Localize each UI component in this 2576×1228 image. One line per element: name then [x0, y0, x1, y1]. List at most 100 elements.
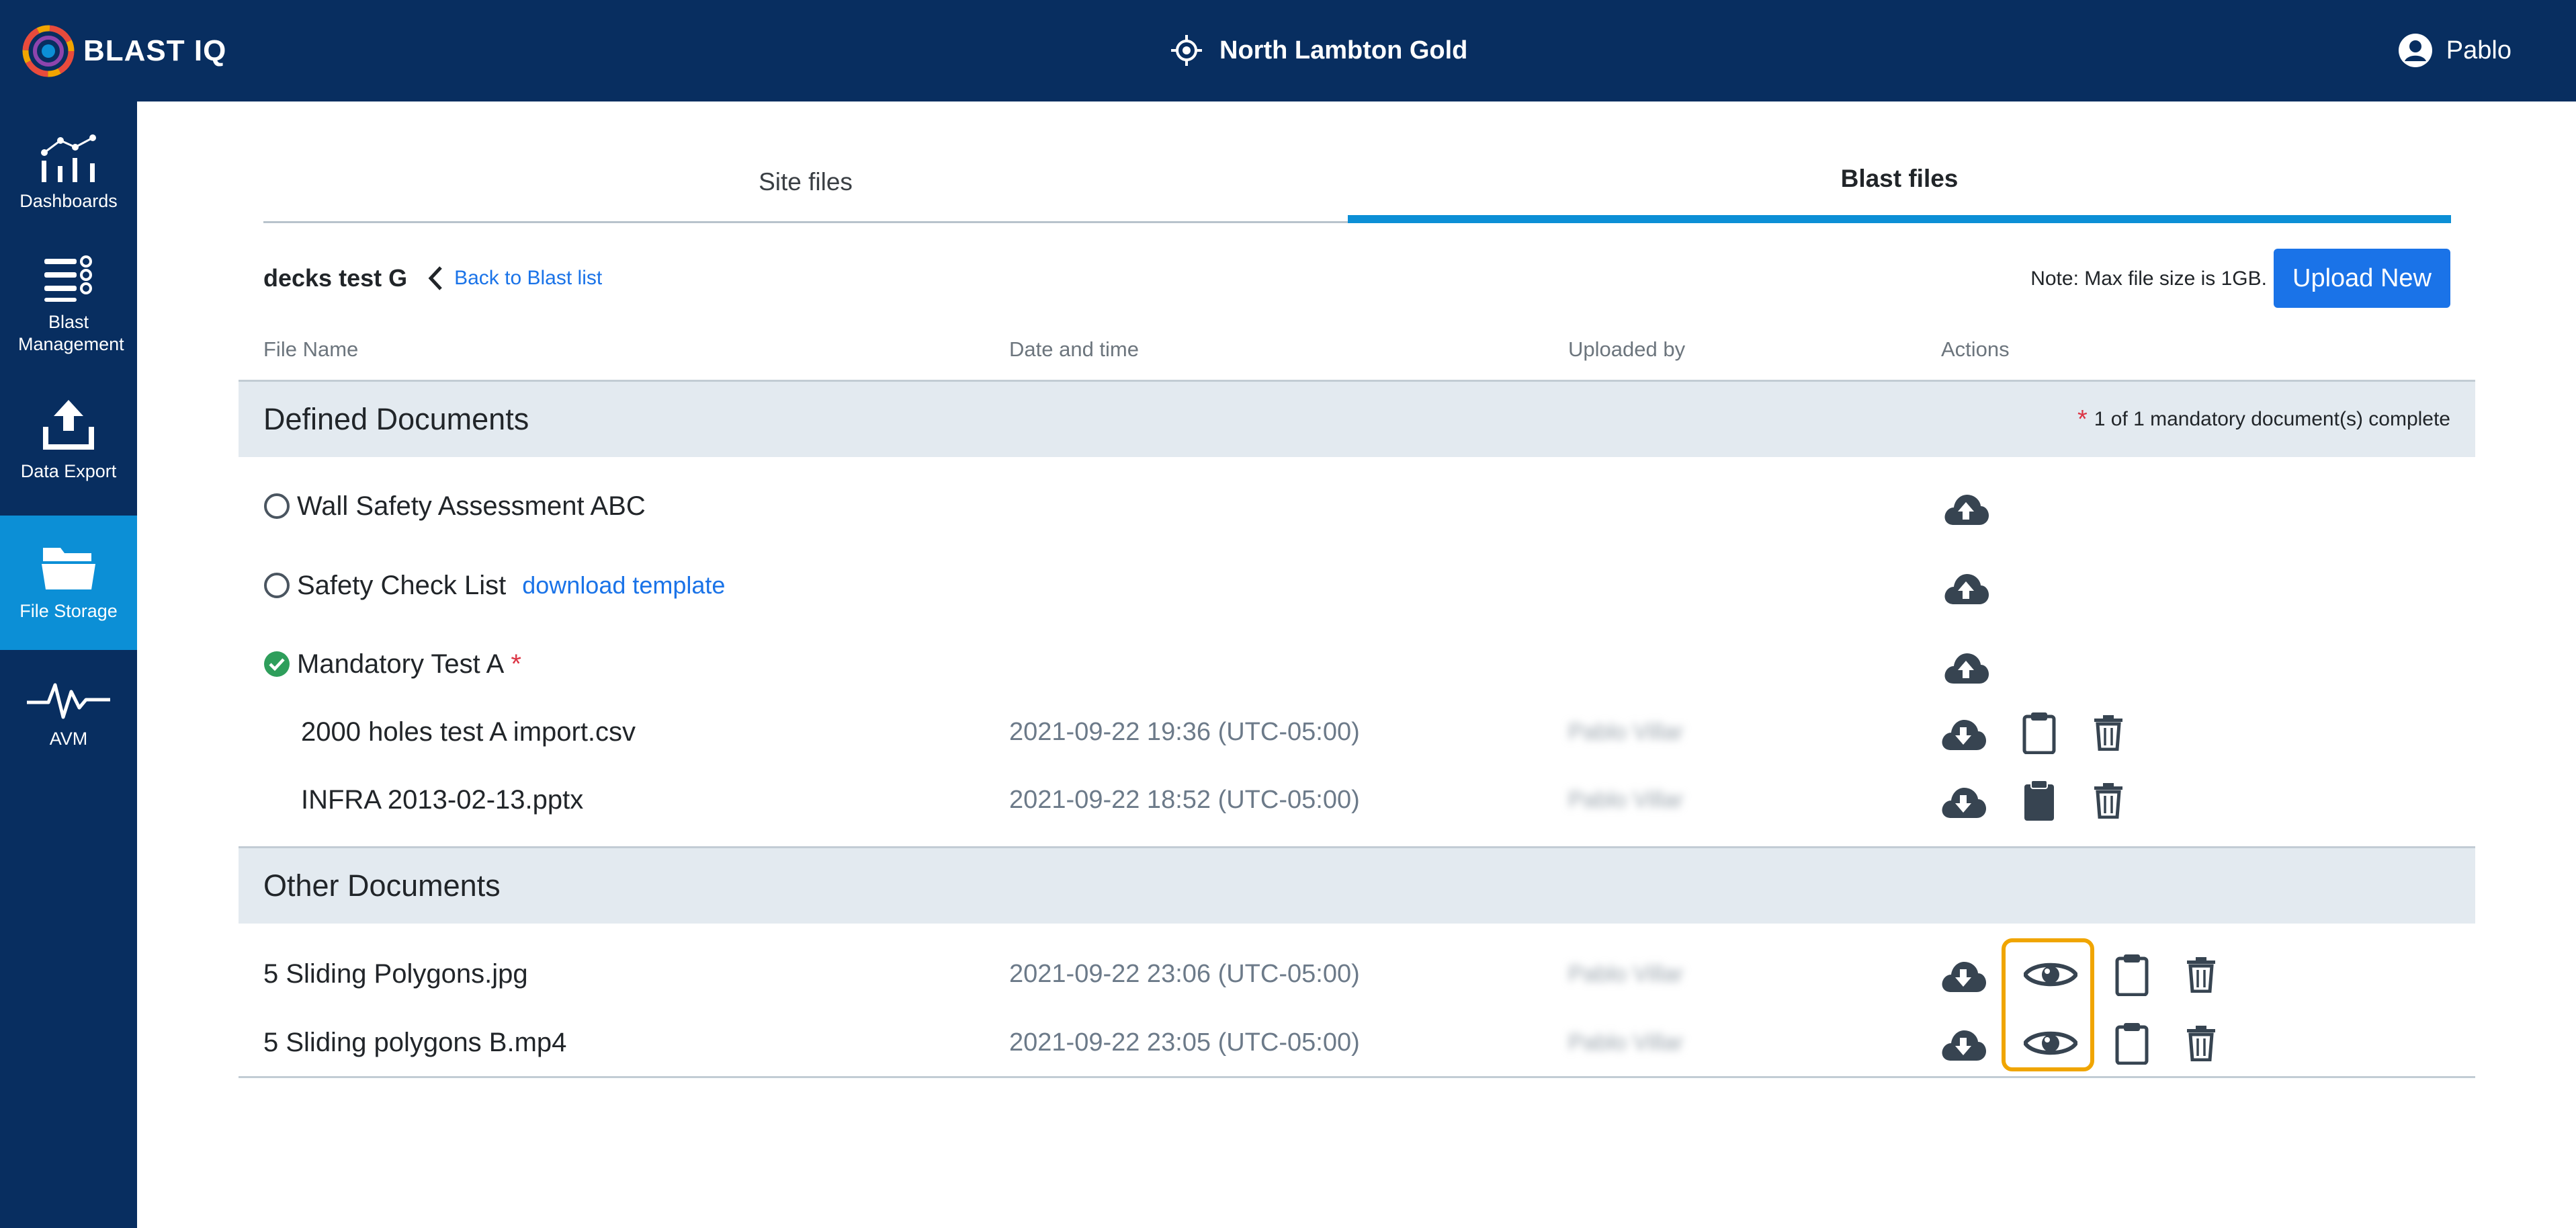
- defined-document-row: Safety Check List download template: [263, 565, 725, 606]
- copy-to-clipboard-button[interactable]: [2105, 1016, 2159, 1070]
- back-to-blast-list-link[interactable]: Back to Blast list: [427, 265, 602, 292]
- file-uploader: Pablo Villar: [1568, 960, 1684, 987]
- defined-documents-header: Defined Documents * 1 of 1 mandatory doc…: [239, 380, 2475, 457]
- preview-file-button[interactable]: [2024, 948, 2077, 1001]
- defined-document-row: Mandatory Test A *: [263, 644, 521, 684]
- sidebar-item-file-storage[interactable]: File Storage: [0, 516, 137, 650]
- download-file-button[interactable]: [1936, 706, 1990, 760]
- sidebar-item-data-export[interactable]: Data Export: [0, 393, 137, 514]
- file-date: 2021-09-22 19:36 (UTC-05:00): [1009, 717, 1360, 746]
- section-title: Other Documents: [263, 868, 501, 903]
- file-tabs: Site files Blast files: [263, 142, 2451, 223]
- file-uploader: Pablo Villar: [1568, 1029, 1684, 1055]
- delete-file-button[interactable]: [2174, 1016, 2228, 1070]
- document-name: Wall Safety Assessment ABC: [297, 491, 646, 521]
- sidebar-item-label: File Storage: [19, 601, 118, 621]
- cloud-download-icon: [1942, 719, 1986, 750]
- file-name[interactable]: 5 Sliding Polygons.jpg: [263, 954, 528, 994]
- empty-circle-icon: [263, 493, 290, 520]
- cloud-download-icon: [1942, 1030, 1986, 1061]
- column-header-uploaded-by[interactable]: Uploaded by: [1568, 337, 1685, 362]
- sidebar-item-label: Dashboards: [19, 191, 118, 211]
- user-avatar-icon: [2398, 34, 2432, 67]
- column-header-file-name[interactable]: File Name: [263, 337, 358, 362]
- user-menu[interactable]: Pablo: [2398, 30, 2511, 71]
- section-title: Defined Documents: [263, 402, 529, 436]
- cloud-upload-icon: [1944, 494, 1989, 525]
- trash-icon: [2187, 1026, 2215, 1061]
- logo-text: BLAST IQ: [83, 34, 227, 67]
- clipboard-filled-icon: [2024, 780, 2054, 821]
- defined-document-row: Wall Safety Assessment ABC: [263, 486, 646, 526]
- mandatory-status-text: 1 of 1 mandatory document(s) complete: [2094, 408, 2450, 430]
- trash-icon: [2094, 715, 2122, 751]
- sidebar-item-label: Data Export: [20, 461, 117, 481]
- column-header-date[interactable]: Date and time: [1009, 337, 1139, 362]
- mandatory-status: * 1 of 1 mandatory document(s) complete: [2077, 382, 2450, 457]
- upload-new-button[interactable]: Upload New: [2274, 249, 2450, 308]
- copy-to-clipboard-button[interactable]: [2105, 948, 2159, 1001]
- file-name[interactable]: 5 Sliding polygons B.mp4: [263, 1022, 566, 1063]
- document-name: Safety Check List: [297, 570, 507, 600]
- breadcrumb: decks test G Back to Blast list: [263, 259, 602, 298]
- list-icon: [44, 255, 92, 302]
- back-link-label: Back to Blast list: [454, 267, 603, 289]
- cloud-download-icon: [1942, 787, 1986, 818]
- file-uploader: Pablo Villar: [1568, 786, 1684, 813]
- copy-to-clipboard-button[interactable]: [2012, 706, 2066, 760]
- file-date: 2021-09-22 18:52 (UTC-05:00): [1009, 785, 1360, 814]
- clipboard-outline-icon: [2022, 712, 2056, 754]
- empty-circle-icon: [263, 572, 290, 599]
- required-star: *: [511, 649, 521, 679]
- chart-icon: [41, 134, 96, 182]
- location-target-icon: [1171, 35, 1202, 66]
- file-date: 2021-09-22 23:06 (UTC-05:00): [1009, 959, 1360, 988]
- tab-site-files[interactable]: Site files: [263, 142, 1348, 223]
- file-name[interactable]: INFRA 2013-02-13.pptx: [301, 780, 583, 820]
- trash-icon: [2187, 957, 2215, 993]
- clipboard-outline-icon: [2115, 1023, 2149, 1065]
- cloud-download-icon: [1942, 961, 1986, 992]
- clipboard-outline-icon: [2115, 954, 2149, 996]
- mandatory-star: *: [2077, 405, 2088, 434]
- waveform-icon: [27, 683, 110, 719]
- blastiq-logo-icon: [22, 25, 75, 77]
- eye-icon: [2024, 1031, 2077, 1055]
- sidebar-item-avm[interactable]: AVM: [0, 671, 137, 779]
- file-date: 2021-09-22 23:05 (UTC-05:00): [1009, 1028, 1360, 1057]
- upload-document-button[interactable]: [1939, 639, 1993, 693]
- sidebar-item-blast-management[interactable]: Blast Management: [0, 251, 137, 372]
- site-name: North Lambton Gold: [1219, 36, 1468, 65]
- top-bar: BLAST IQ North Lambton Gold Pablo: [0, 0, 2576, 101]
- blastiq-logo[interactable]: BLAST IQ: [20, 23, 226, 79]
- preview-file-button[interactable]: [2024, 1016, 2077, 1070]
- delete-file-button[interactable]: [2081, 774, 2135, 827]
- upload-document-button[interactable]: [1939, 481, 1993, 534]
- site-selector[interactable]: North Lambton Gold: [1170, 30, 1467, 71]
- download-file-button[interactable]: [1936, 774, 1990, 827]
- tab-blast-files[interactable]: Blast files: [1348, 142, 2451, 223]
- max-file-size-note: Note: Max file size is 1GB.: [2030, 268, 2267, 290]
- table-bottom-divider: [239, 1076, 2475, 1078]
- download-file-button[interactable]: [1936, 1016, 1990, 1070]
- file-name[interactable]: 2000 holes test A import.csv: [301, 712, 636, 752]
- eye-icon: [2024, 963, 2077, 987]
- file-uploader: Pablo Villar: [1568, 719, 1684, 745]
- delete-file-button[interactable]: [2081, 706, 2135, 760]
- download-template-link[interactable]: download template: [522, 571, 725, 600]
- trash-icon: [2094, 783, 2122, 819]
- folder-open-icon: [42, 548, 95, 589]
- download-file-button[interactable]: [1936, 948, 1990, 1001]
- sidebar-item-dashboards[interactable]: Dashboards: [0, 122, 137, 229]
- sidebar: Dashboards Blast Management Data Export …: [0, 101, 137, 1228]
- chevron-left-icon: [428, 266, 442, 290]
- check-circle-icon: [263, 651, 290, 678]
- sidebar-item-label: AVM: [49, 729, 88, 749]
- sidebar-item-label: Blast Management: [18, 312, 124, 354]
- upload-tray-icon: [43, 400, 94, 450]
- copy-to-clipboard-button[interactable]: [2012, 774, 2066, 827]
- cloud-upload-icon: [1944, 573, 1989, 604]
- upload-document-button[interactable]: [1939, 560, 1993, 614]
- delete-file-button[interactable]: [2174, 948, 2228, 1001]
- column-header-actions: Actions: [1941, 337, 2010, 361]
